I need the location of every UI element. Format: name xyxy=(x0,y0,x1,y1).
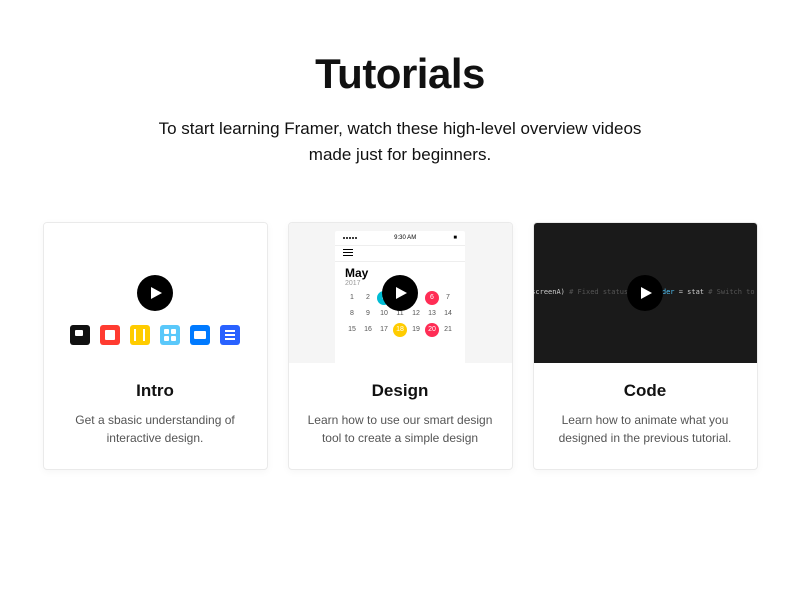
code-card[interactable]: # Show first artboard flow = new FlowCom… xyxy=(533,222,758,470)
intro-card-title: Intro xyxy=(60,381,251,401)
statusbar-battery: ■ xyxy=(453,235,457,241)
code-card-title: Code xyxy=(550,381,741,401)
tool-icon xyxy=(70,325,90,345)
tool-icon xyxy=(190,325,210,345)
play-icon xyxy=(151,287,162,299)
page-title: Tutorials xyxy=(40,50,760,98)
intro-card-description: Get a sbasic understanding of interactiv… xyxy=(60,411,251,447)
code-line: # Fixed status xyxy=(569,287,628,298)
code-card-body: Code Learn how to animate what you desig… xyxy=(534,363,757,469)
design-card-body: Design Learn how to use our smart design… xyxy=(289,363,512,469)
hamburger-icon xyxy=(343,249,353,258)
design-card-description: Learn how to use our smart design tool t… xyxy=(305,411,496,447)
code-preview: # Show first artboard flow = new FlowCom… xyxy=(534,223,757,363)
cards-row: Intro Get a sbasic understanding of inte… xyxy=(40,222,760,470)
tool-icon xyxy=(130,325,150,345)
statusbar-time: 9:30 AM xyxy=(394,235,416,241)
play-button-code[interactable] xyxy=(627,275,663,311)
intro-card[interactable]: Intro Get a sbasic understanding of inte… xyxy=(43,222,268,470)
design-card-title: Design xyxy=(305,381,496,401)
intro-icons-row xyxy=(44,325,267,345)
page-subtitle: To start learning Framer, watch these hi… xyxy=(150,116,650,167)
design-card[interactable]: 9:30 AM ■ May 2017 1234567 xyxy=(288,222,513,470)
tutorials-page: Tutorials To start learning Framer, watc… xyxy=(0,0,800,470)
code-card-description: Learn how to animate what you designed i… xyxy=(550,411,741,447)
play-icon xyxy=(396,287,407,299)
tool-icon xyxy=(100,325,120,345)
play-icon xyxy=(641,287,652,299)
tool-icon xyxy=(160,325,180,345)
intro-preview xyxy=(44,223,267,363)
code-line: flow.showNext(screenA) xyxy=(533,287,565,298)
design-preview: 9:30 AM ■ May 2017 1234567 xyxy=(289,223,512,363)
intro-card-body: Intro Get a sbasic understanding of inte… xyxy=(44,363,267,469)
tool-icon xyxy=(220,325,240,345)
phone-statusbar: 9:30 AM ■ xyxy=(335,231,465,246)
play-button-intro[interactable] xyxy=(137,275,173,311)
code-line: # Switch to next screen on tap xyxy=(708,287,757,298)
phone-nav xyxy=(335,246,465,262)
play-button-design[interactable] xyxy=(382,275,418,311)
